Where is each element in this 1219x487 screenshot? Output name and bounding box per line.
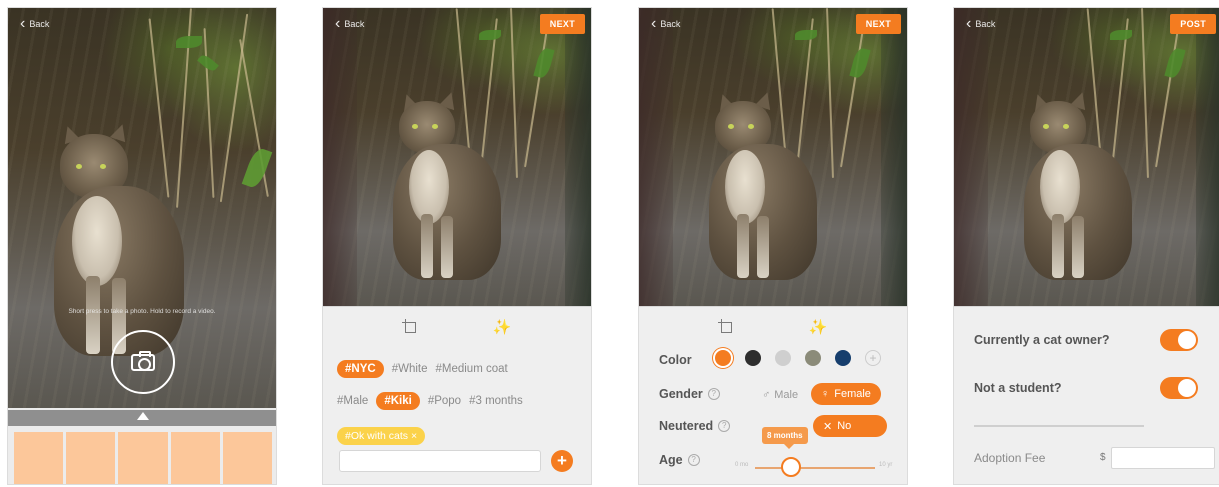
chevron-left-icon: ‹	[966, 15, 972, 32]
slider-max-label: 10 yr	[879, 462, 893, 468]
custom-tag-chip[interactable]: #Ok with cats ×	[337, 427, 426, 445]
add-color-button[interactable]: +	[865, 350, 881, 366]
magic-wand-icon: ✨	[808, 319, 828, 336]
age-slider-handle[interactable]	[781, 457, 801, 477]
tag-chip[interactable]: #3 months	[469, 395, 523, 407]
back-button[interactable]: ‹ Back	[20, 16, 49, 32]
edit-panel: ✨ #NYC #White #Medium coat #Male #Kiki #…	[323, 306, 591, 484]
help-icon[interactable]: ?	[687, 454, 700, 466]
thumbnail-slot[interactable]	[222, 432, 273, 484]
tag-chip[interactable]: #Medium coat	[435, 363, 507, 375]
help-icon[interactable]: ?	[718, 420, 731, 432]
post-button[interactable]: POST	[1170, 14, 1216, 34]
magic-wand-icon: ✨	[492, 319, 512, 336]
crop-tool-button[interactable]	[718, 319, 738, 337]
tag-row-1: #NYC #White #Medium coat	[337, 360, 508, 378]
color-label: Color	[659, 353, 692, 367]
arrow-up-icon	[137, 412, 149, 420]
next-button[interactable]: NEXT	[855, 14, 901, 34]
neutered-label: Neutered ?	[659, 419, 731, 433]
age-slider-track[interactable]	[755, 467, 875, 469]
tag-input[interactable]	[339, 450, 541, 472]
shutter-button[interactable]	[111, 330, 175, 394]
color-swatch[interactable]	[775, 350, 791, 366]
tag-row-3: #Ok with cats ×	[337, 427, 426, 445]
tag-chip[interactable]: #White	[392, 363, 428, 375]
questions-panel: Currently a cat owner? Not a student? Ad…	[954, 306, 1219, 484]
camera-icon	[131, 350, 155, 371]
magic-wand-button[interactable]: ✨	[808, 319, 828, 337]
thumbnail-strip	[14, 432, 273, 484]
post-screen: ‹ Back POST Currently a cat owner? Not a…	[953, 7, 1219, 485]
color-swatch-selected[interactable]	[715, 350, 731, 366]
currency-symbol: $	[1100, 452, 1106, 463]
student-toggle[interactable]	[1160, 377, 1198, 399]
color-swatches: +	[715, 350, 881, 366]
gender-label: Gender ?	[659, 387, 720, 401]
adoption-fee-label: Adoption Fee	[974, 451, 1046, 465]
male-icon: ♂	[762, 389, 771, 401]
close-icon[interactable]: ×	[411, 430, 417, 442]
tag-chip[interactable]: #Popo	[428, 395, 461, 407]
color-swatch[interactable]	[745, 350, 761, 366]
neutered-no-option[interactable]: ✕ No	[813, 415, 887, 437]
magic-wand-button[interactable]: ✨	[492, 319, 512, 337]
thumbnail-slot[interactable]	[118, 432, 168, 484]
tag-chip[interactable]: #Male	[337, 395, 368, 407]
edit-tools: ✨	[639, 319, 907, 337]
student-question: Not a student?	[974, 381, 1062, 395]
details-panel: ✨ Color + Gender ? ♂ Male ♀ Female Neute…	[639, 306, 907, 484]
chevron-left-icon: ‹	[651, 15, 657, 32]
color-swatch[interactable]	[805, 350, 821, 366]
next-button[interactable]: NEXT	[539, 14, 585, 34]
tag-row-2: #Male #Kiki #Popo #3 months	[337, 392, 523, 410]
crop-icon	[402, 319, 418, 335]
chevron-left-icon: ‹	[20, 15, 26, 32]
thumbnail-slot[interactable]	[14, 432, 64, 484]
details-screen: ‹ Back NEXT ✨ Color + Gender ? ♂ Male ♀ …	[638, 7, 908, 485]
cat-photo	[639, 8, 907, 306]
back-button[interactable]: ‹ Back	[335, 16, 364, 32]
back-button[interactable]: ‹ Back	[966, 16, 995, 32]
tag-chip-selected[interactable]: #Kiki	[376, 392, 420, 410]
back-button[interactable]: ‹ Back	[651, 16, 680, 32]
close-icon: ✕	[823, 420, 833, 433]
cat-owner-toggle[interactable]	[1160, 329, 1198, 351]
divider	[974, 425, 1144, 427]
lightbulb-icon: ♀	[821, 388, 830, 400]
adoption-fee-input[interactable]	[1111, 447, 1215, 469]
color-swatch[interactable]	[835, 350, 851, 366]
chevron-left-icon: ‹	[335, 15, 341, 32]
age-tooltip: 8 months	[762, 427, 808, 449]
gender-female-option[interactable]: ♀ Female	[811, 383, 881, 405]
thumbnail-slot[interactable]	[66, 432, 116, 484]
capture-hint: Short press to take a photo. Hold to rec…	[68, 308, 216, 315]
gender-male-option[interactable]: ♂ Male	[762, 389, 798, 401]
help-icon[interactable]: ?	[707, 388, 720, 400]
camera-screen: ‹ Back Short press to take a photo. Hold…	[7, 7, 277, 485]
edit-tools: ✨	[323, 319, 591, 337]
cat-photo	[323, 8, 591, 306]
age-label: Age ?	[659, 453, 700, 467]
crop-tool-button[interactable]	[402, 319, 422, 337]
slider-min-label: 0 mo	[735, 462, 749, 468]
tag-screen: ‹ Back NEXT ✨ #NYC #White #Medium coat #…	[322, 7, 592, 485]
cat-owner-question: Currently a cat owner?	[974, 333, 1110, 347]
thumbnail-slot[interactable]	[170, 432, 220, 484]
tag-chip-selected[interactable]: #NYC	[337, 360, 384, 378]
add-tag-button[interactable]: +	[551, 450, 573, 472]
cat-photo	[954, 8, 1219, 306]
crop-icon	[718, 319, 734, 335]
